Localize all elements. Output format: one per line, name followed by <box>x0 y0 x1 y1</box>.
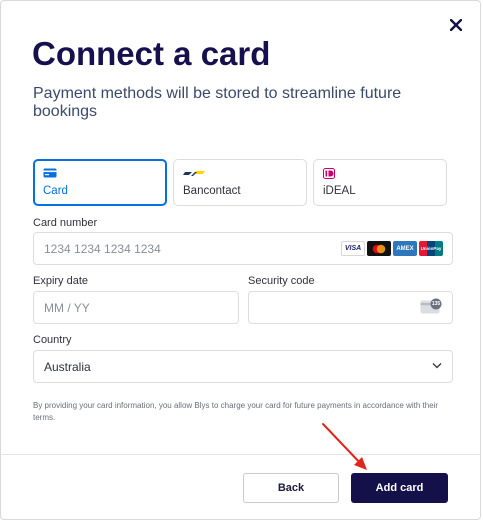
tab-bancontact[interactable]: Bancontact <box>173 159 307 206</box>
mastercard-icon <box>367 241 391 256</box>
card-number-wrapper: VISA AMEX UnionPay <box>33 232 453 265</box>
connect-card-modal: Connect a card Payment methods will be s… <box>0 0 481 520</box>
back-button[interactable]: Back <box>243 473 339 503</box>
ideal-icon <box>323 168 335 179</box>
tab-ideal-label: iDEAL <box>323 185 356 197</box>
tab-bancontact-label: Bancontact <box>183 185 241 197</box>
annotation-arrow-icon <box>322 423 367 470</box>
tab-card-label: Card <box>43 185 68 197</box>
tab-ideal[interactable]: iDEAL <box>313 159 447 206</box>
amex-icon: AMEX <box>393 241 417 256</box>
chevron-down-icon <box>432 363 442 369</box>
card-brand-icons: VISA AMEX UnionPay <box>341 241 443 256</box>
country-select[interactable]: Australia <box>33 350 453 383</box>
bancontact-icon <box>183 171 205 176</box>
tab-card[interactable]: Card <box>33 159 167 206</box>
country-value: Australia <box>44 359 91 374</box>
footer-divider <box>1 454 480 455</box>
close-button[interactable] <box>446 15 466 35</box>
add-card-button[interactable]: Add card <box>351 473 448 503</box>
unionpay-icon: UnionPay <box>419 241 443 256</box>
modal-subtitle: Payment methods will be stored to stream… <box>33 85 402 120</box>
visa-icon: VISA <box>341 241 365 256</box>
expiry-label: Expiry date <box>33 275 89 287</box>
security-code-label: Security code <box>248 275 315 287</box>
card-icon <box>43 168 57 178</box>
payment-method-tabs: Card Bancontact iDEAL <box>33 159 447 206</box>
cvc-card-icon: 135 <box>420 298 442 314</box>
terms-text: By providing your card information, you … <box>33 401 439 422</box>
modal-title: Connect a card <box>32 35 271 72</box>
expiry-input[interactable] <box>33 291 239 324</box>
card-number-label: Card number <box>33 217 98 229</box>
country-label: Country <box>33 334 72 346</box>
close-icon <box>450 19 462 31</box>
